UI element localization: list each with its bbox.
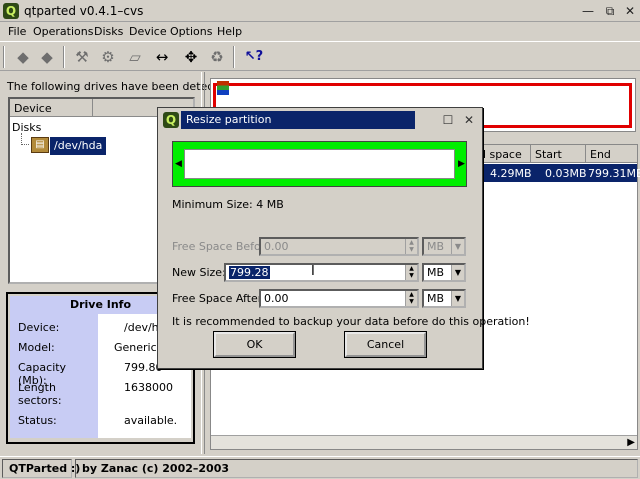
drive-info-label: Device: bbox=[18, 321, 60, 334]
menu-disks[interactable]: Disks bbox=[94, 25, 123, 38]
new-size-spinbox[interactable]: 799.28 ▲ ▼ bbox=[224, 263, 419, 282]
app-logo-icon: Q bbox=[163, 112, 179, 128]
column-free-space[interactable]: d space bbox=[479, 148, 522, 161]
cell-start: 0.03MB bbox=[545, 167, 587, 180]
horizontal-scrollbar[interactable]: ▶ bbox=[211, 435, 637, 449]
status-bar: QTParted :) by Zanac (c) 2002–2003 bbox=[0, 456, 640, 479]
status-app-name: QTParted :) bbox=[2, 459, 80, 478]
status-credits: by Zanac (c) 2002–2003 bbox=[75, 459, 638, 478]
whats-this-help-icon[interactable]: ↖? bbox=[242, 46, 266, 68]
toolbar-separator bbox=[233, 46, 235, 68]
drive-info-labels: Device: Model: Capacity (Mb): Length sec… bbox=[10, 314, 98, 438]
backup-warning: It is recommended to backup your data be… bbox=[172, 315, 530, 328]
hard-disk-icon: ▤ bbox=[31, 137, 49, 153]
tree-column-device[interactable]: Device bbox=[14, 102, 52, 115]
toolbar: ◆ ◆ ⚒ ⚙ ▱ ↔ ✥ ♻ ↖? bbox=[0, 41, 640, 71]
cell-free-space: 4.29MB bbox=[490, 167, 532, 180]
drive-info-value: 1638000 bbox=[124, 381, 173, 394]
spin-arrows-icon[interactable]: ▲ ▼ bbox=[405, 291, 417, 306]
resize-arrows-icon[interactable]: ↔ bbox=[151, 46, 173, 68]
unit-value: MB bbox=[427, 292, 445, 305]
menu-bar: File Operations Disks Device Options Hel… bbox=[0, 22, 640, 40]
dialog-title: Resize partition bbox=[181, 111, 415, 129]
resize-partition-dialog: Q Resize partition ☐ ✕ ◀ ▶ Minimum Size:… bbox=[157, 107, 530, 369]
free-space-after-unit[interactable]: MB ▼ bbox=[422, 289, 466, 308]
right-resize-handle-icon[interactable]: ▶ bbox=[458, 157, 466, 171]
spin-arrows-icon[interactable]: ▲ ▼ bbox=[405, 265, 417, 280]
unit-value: MB bbox=[427, 266, 445, 279]
filesystem-icon bbox=[217, 81, 229, 95]
format-icon[interactable]: ◆ bbox=[36, 46, 58, 68]
partition-size-area[interactable] bbox=[184, 149, 455, 179]
chevron-down-icon[interactable]: ▼ bbox=[451, 265, 464, 280]
column-separator bbox=[530, 145, 531, 163]
menu-device[interactable]: Device bbox=[129, 25, 167, 38]
drive-info-label: Model: bbox=[18, 341, 55, 354]
app-logo-icon: Q bbox=[3, 3, 19, 19]
left-resize-handle-icon[interactable]: ◀ bbox=[175, 157, 183, 171]
text-cursor-icon: I bbox=[311, 264, 315, 279]
drive-info-label: Status: bbox=[18, 414, 57, 427]
menu-file[interactable]: File bbox=[8, 25, 26, 38]
free-space-before-spinbox: 0.00 ▲ ▼ bbox=[259, 237, 419, 256]
move-icon[interactable]: ✥ bbox=[180, 46, 202, 68]
new-size-unit[interactable]: MB ▼ bbox=[422, 263, 466, 282]
minimum-size-label: Minimum Size: 4 MB bbox=[172, 198, 284, 211]
properties-wrench-icon[interactable]: ⚒ bbox=[71, 46, 93, 68]
toolbar-separator bbox=[63, 46, 65, 68]
tree-column-separator bbox=[92, 99, 93, 117]
menu-help[interactable]: Help bbox=[217, 25, 242, 38]
new-size-label: New Size: bbox=[172, 266, 226, 279]
tree-branch-line bbox=[21, 133, 29, 145]
ok-button[interactable]: OK bbox=[213, 331, 296, 358]
free-space-before-unit: MB ▼ bbox=[422, 237, 466, 256]
scroll-right-arrow-icon[interactable]: ▶ bbox=[627, 437, 635, 448]
create-partition-icon[interactable]: ◆ bbox=[12, 46, 34, 68]
column-separator bbox=[585, 145, 586, 163]
title-bar: Q qtparted v0.4.1–cvs — ⧉ ✕ bbox=[0, 0, 640, 22]
drive-info-value: available. bbox=[124, 414, 178, 427]
eraser-icon[interactable]: ▱ bbox=[124, 46, 146, 68]
window-title: qtparted v0.4.1–cvs bbox=[24, 4, 144, 18]
chevron-down-icon: ▼ bbox=[451, 239, 464, 254]
unit-value: MB bbox=[427, 240, 445, 253]
column-end[interactable]: End bbox=[590, 148, 611, 161]
cell-end: 799.31MB bbox=[588, 167, 640, 180]
close-icon[interactable]: ✕ bbox=[622, 3, 638, 19]
maximize-icon[interactable]: ☐ bbox=[440, 112, 456, 128]
gear-icon[interactable]: ⚙ bbox=[97, 46, 119, 68]
free-space-after-value[interactable]: 0.00 bbox=[264, 292, 289, 305]
dialog-title-bar: Q Resize partition ☐ ✕ bbox=[159, 109, 481, 131]
drive-info-label: Length sectors: bbox=[18, 381, 62, 407]
trash-icon[interactable]: ♻ bbox=[206, 46, 228, 68]
free-space-after-label: Free Space After: bbox=[172, 292, 266, 305]
restore-icon[interactable]: ⧉ bbox=[602, 3, 618, 19]
spin-arrows-icon: ▲ ▼ bbox=[405, 239, 417, 254]
free-space-before-value: 0.00 bbox=[264, 240, 289, 253]
menu-operations[interactable]: Operations bbox=[33, 25, 93, 38]
chevron-down-icon[interactable]: ▼ bbox=[451, 291, 464, 306]
column-start[interactable]: Start bbox=[535, 148, 562, 161]
minimize-icon[interactable]: — bbox=[580, 3, 596, 19]
resize-slider[interactable]: ◀ ▶ bbox=[172, 141, 467, 187]
cancel-button[interactable]: Cancel bbox=[344, 331, 427, 358]
free-space-after-spinbox[interactable]: 0.00 ▲ ▼ bbox=[259, 289, 419, 308]
new-size-value[interactable]: 799.28 bbox=[229, 266, 270, 279]
menu-options[interactable]: Options bbox=[170, 25, 212, 38]
tree-item-dev-hda[interactable]: /dev/hda bbox=[50, 137, 107, 155]
toolbar-separator bbox=[3, 46, 5, 68]
close-icon[interactable]: ✕ bbox=[461, 112, 477, 128]
